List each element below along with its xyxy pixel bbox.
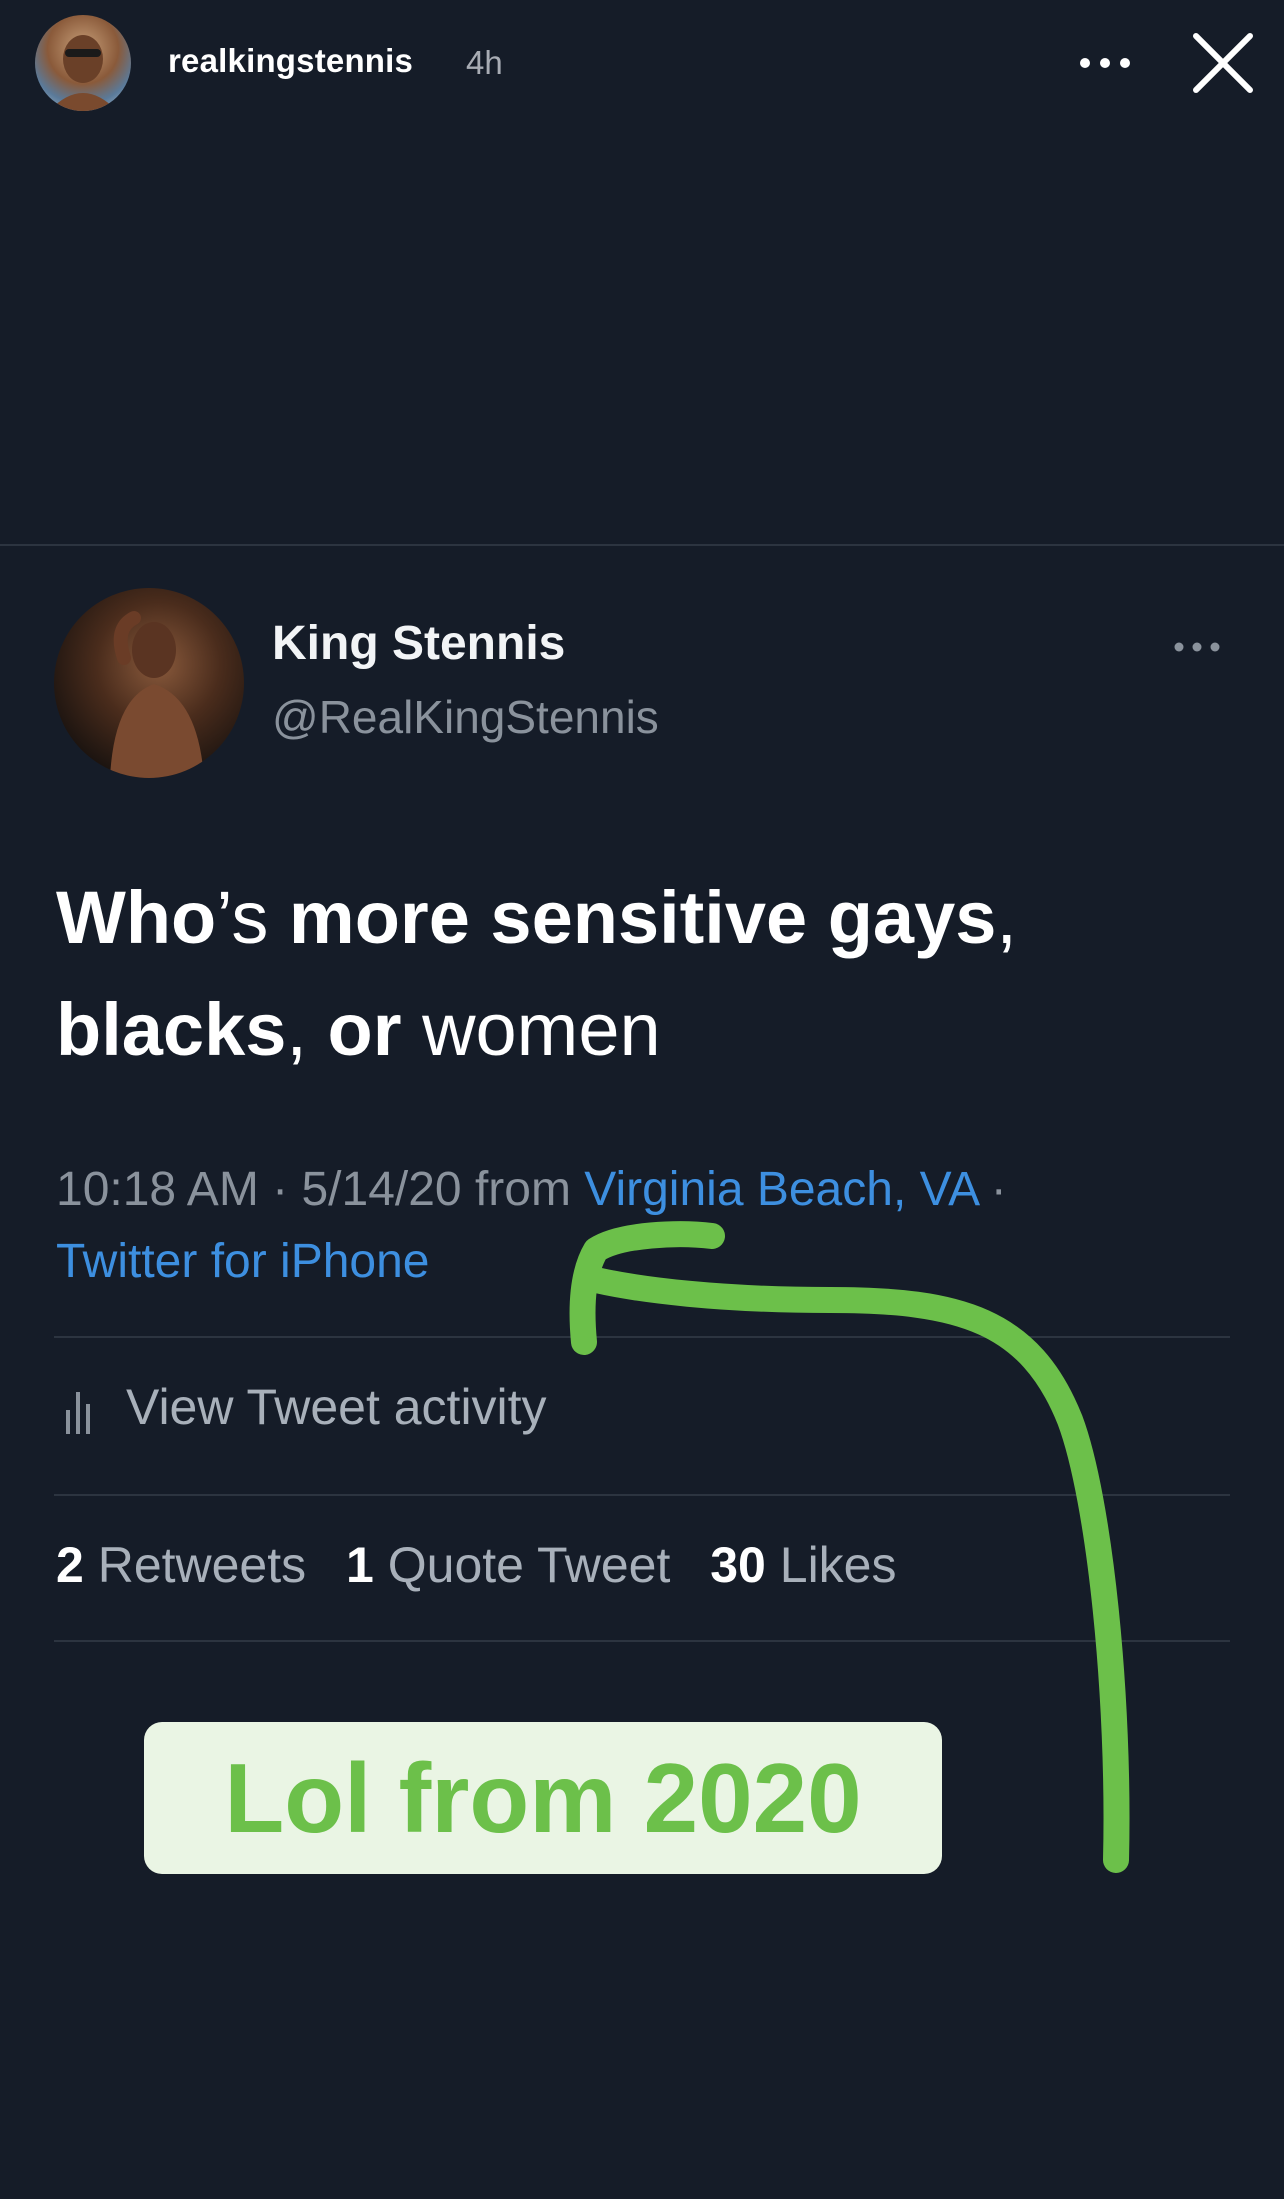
quote-tweets-stat[interactable]: 1 Quote Tweet (346, 1537, 670, 1593)
quote-tweets-count: 1 (346, 1537, 374, 1593)
screenshot-top-divider (0, 544, 1284, 546)
close-x-icon[interactable] (1190, 30, 1256, 96)
avatar-image (49, 35, 117, 111)
view-tweet-activity-button[interactable]: View Tweet activity (60, 1370, 860, 1450)
tweet-text-segment: , (286, 988, 328, 1071)
tweet-body: Who’s more sensitive gays, blacks, or wom… (56, 862, 1236, 1086)
tweet-display-name[interactable]: King Stennis (272, 616, 565, 671)
bar-chart-icon (64, 1386, 100, 1436)
meta-separator: · (977, 1163, 1007, 1216)
quote-tweets-label: Quote Tweet (373, 1537, 671, 1593)
tweet-text-segment: more sensitive gays (288, 876, 997, 959)
story-timestamp: 4h (466, 44, 503, 81)
likes-stat[interactable]: 30 Likes (710, 1537, 896, 1593)
tweet-handle[interactable]: @RealKingStennis (272, 690, 659, 744)
meta-from: from (461, 1163, 585, 1216)
more-horizontal-icon[interactable] (1170, 632, 1224, 662)
story-header: realkingstennis 4h (0, 0, 1284, 130)
tweet-text-segment: or (327, 988, 402, 1071)
tweet-text-segment: blacks (56, 988, 287, 1071)
tweet-text-segment: women (401, 988, 661, 1071)
tweet-location-link[interactable]: Virginia Beach, VA (584, 1163, 977, 1216)
tweet-text-segment: Who (56, 876, 217, 959)
retweets-label: Retweets (83, 1537, 307, 1593)
sticker-text: Lol from 2020 (224, 1743, 862, 1853)
tweet-source-link[interactable]: Twitter for iPhone (56, 1235, 430, 1288)
tweet-divider (54, 1640, 1230, 1642)
tweet-date: 5/14/20 (301, 1163, 462, 1216)
tweet-divider (54, 1494, 1230, 1496)
meta-separator: · (258, 1163, 302, 1216)
tweet-text-segment: ’s (216, 876, 289, 959)
tweet-divider (54, 1336, 1230, 1338)
tweet-time: 10:18 AM (56, 1163, 259, 1216)
more-horizontal-icon[interactable] (1075, 38, 1135, 88)
avatar-image (110, 611, 204, 778)
retweets-stat[interactable]: 2 Retweets (56, 1537, 306, 1593)
story-text-sticker: Lol from 2020 (144, 1722, 942, 1874)
story-username[interactable]: realkingstennis (168, 42, 413, 80)
retweets-count: 2 (56, 1537, 84, 1593)
likes-count: 30 (710, 1537, 766, 1593)
tweet-author-avatar[interactable] (54, 588, 244, 778)
view-tweet-activity-label: View Tweet activity (126, 1379, 547, 1435)
tweet-stats: 2 Retweets 1 Quote Tweet 30 Likes (56, 1536, 923, 1594)
tweet-metadata: 10:18 AM · 5/14/20 from Virginia Beach, … (56, 1154, 1236, 1298)
story-avatar[interactable] (35, 15, 131, 111)
tweet-text-segment: , (996, 876, 1017, 959)
likes-label: Likes (765, 1537, 897, 1593)
